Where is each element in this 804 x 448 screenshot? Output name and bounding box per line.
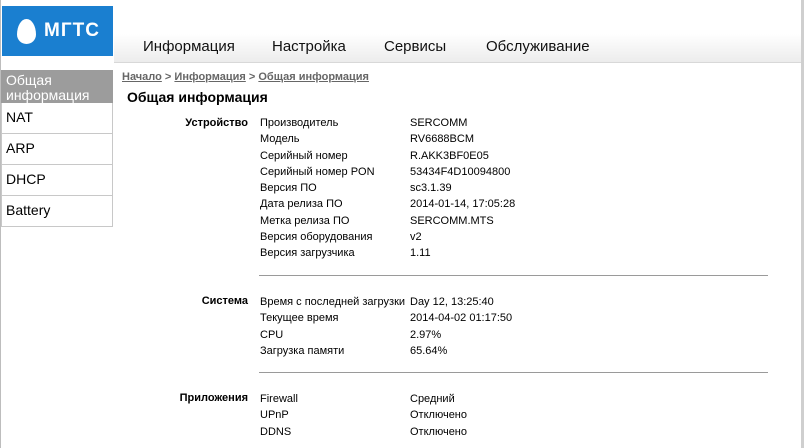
- breadcrumb-separator: >: [248, 71, 256, 83]
- sidebar-item-label: Общая: [6, 72, 52, 88]
- breadcrumb-info-link[interactable]: Информация: [174, 71, 245, 83]
- row-key: CPU: [260, 328, 284, 341]
- table-row: CPU 2.97%: [260, 329, 512, 345]
- nav-services[interactable]: Сервисы: [384, 38, 446, 55]
- row-value: Средний: [410, 393, 455, 405]
- table-row: Firewall Средний: [260, 393, 467, 409]
- row-value: Отключено: [410, 409, 467, 422]
- sidebar-item-arp[interactable]: ARP: [1, 134, 113, 165]
- row-key: Firewall: [260, 393, 298, 405]
- row-key: Серийный номер PON: [260, 165, 375, 178]
- row-value: 2.97%: [410, 328, 442, 341]
- row-value: SERCOMM: [410, 117, 468, 129]
- row-key: Версия оборудования: [260, 231, 373, 244]
- table-row: Время с последней загрузки Day 12, 13:25:…: [260, 296, 512, 312]
- nav-information[interactable]: Информация: [143, 38, 235, 55]
- table-row: Текущее время 2014-04-02 01:17:50: [260, 312, 512, 328]
- mgts-egg-icon: [17, 18, 36, 44]
- section-divider: [259, 372, 768, 373]
- table-row: Производитель SERCOMM: [260, 117, 515, 133]
- sidebar: Общая информация NAT ARP DHCP Battery: [1, 70, 113, 227]
- row-key: UPnP: [260, 409, 289, 422]
- table-row: Дата релиза ПО 2014-01-14, 17:05:28: [260, 198, 515, 214]
- table-row: DDNS Отключено: [260, 426, 467, 442]
- table-row: Модель RV6688BCM: [260, 133, 515, 149]
- nav-maintenance[interactable]: Обслуживание: [486, 38, 590, 55]
- row-value: 53434F4D10094800: [410, 165, 511, 178]
- row-key: Версия ПО: [260, 182, 317, 195]
- breadcrumb-home-link[interactable]: Начало: [122, 71, 162, 83]
- section-divider: [259, 275, 768, 276]
- row-key: Версия загрузчика: [260, 247, 355, 260]
- row-value: 65.64%: [410, 344, 448, 357]
- sidebar-item-dhcp[interactable]: DHCP: [1, 165, 113, 196]
- breadcrumb-current-link[interactable]: Общая информация: [258, 71, 369, 83]
- row-key: Время с последней загрузки: [260, 296, 406, 308]
- system-info-table: Время с последней загрузки Day 12, 13:25:…: [260, 296, 512, 361]
- row-value: 1.11: [410, 247, 431, 260]
- sidebar-item-nat[interactable]: NAT: [1, 103, 113, 134]
- breadcrumb-separator: >: [164, 71, 172, 83]
- table-row: Версия ПО sc3.1.39: [260, 182, 515, 198]
- section-label-apps: Приложения: [179, 392, 248, 404]
- table-row: Загрузка памяти 65.64%: [260, 345, 512, 361]
- row-key: Производитель: [260, 117, 339, 129]
- row-value: SERCOMM.MTS: [410, 214, 494, 227]
- section-label-system: Система: [201, 295, 248, 307]
- top-navigation: Информация Настройка Сервисы Обслуживани…: [114, 34, 801, 63]
- table-row: Метка релиза ПО SERCOMM.MTS: [260, 215, 515, 231]
- table-row: UPnP Отключено: [260, 409, 467, 425]
- row-value: RV6688BCM: [410, 133, 474, 146]
- row-value: 2014-04-02 01:17:50: [410, 312, 513, 325]
- row-value: R.AKK3BF0E05: [410, 149, 489, 162]
- row-value: v2: [410, 231, 422, 244]
- section-label-device: Устройство: [185, 117, 248, 129]
- row-key: Серийный номер: [260, 149, 348, 162]
- sidebar-item-general-info[interactable]: Общая информация: [1, 70, 113, 103]
- row-key: Дата релиза ПО: [260, 198, 343, 211]
- mgts-logo[interactable]: МГТС: [2, 6, 113, 56]
- row-value: Day 12, 13:25:40: [410, 296, 494, 308]
- nav-settings[interactable]: Настройка: [272, 38, 346, 55]
- row-key: Текущее время: [260, 312, 339, 325]
- table-row: Серийный номер PON 53434F4D10094800: [260, 166, 515, 182]
- table-row: Серийный номер R.AKK3BF0E05: [260, 150, 515, 166]
- row-key: DDNS: [260, 425, 292, 438]
- row-key: Метка релиза ПО: [260, 214, 350, 227]
- row-value: sc3.1.39: [410, 182, 452, 195]
- breadcrumb: Начало > Информация > Общая информация: [122, 71, 369, 83]
- row-value: 2014-01-14, 17:05:28: [410, 198, 516, 211]
- logo-text: МГТС: [44, 20, 100, 41]
- table-row: Версия загрузчика 1.11: [260, 247, 515, 263]
- row-key: Загрузка памяти: [260, 344, 345, 357]
- table-row: Версия оборудования v2: [260, 231, 515, 247]
- row-key: Модель: [260, 133, 300, 146]
- sidebar-item-battery[interactable]: Battery: [1, 196, 113, 227]
- device-info-table: Производитель SERCOMM Модель RV6688BCM Сер…: [260, 117, 515, 264]
- apps-info-table: Firewall Средний UPnP Отключено DDNS Отключ…: [260, 393, 467, 442]
- row-value: Отключено: [410, 425, 467, 438]
- page-title: Общая информация: [127, 89, 268, 105]
- sidebar-item-label: информация: [6, 87, 90, 103]
